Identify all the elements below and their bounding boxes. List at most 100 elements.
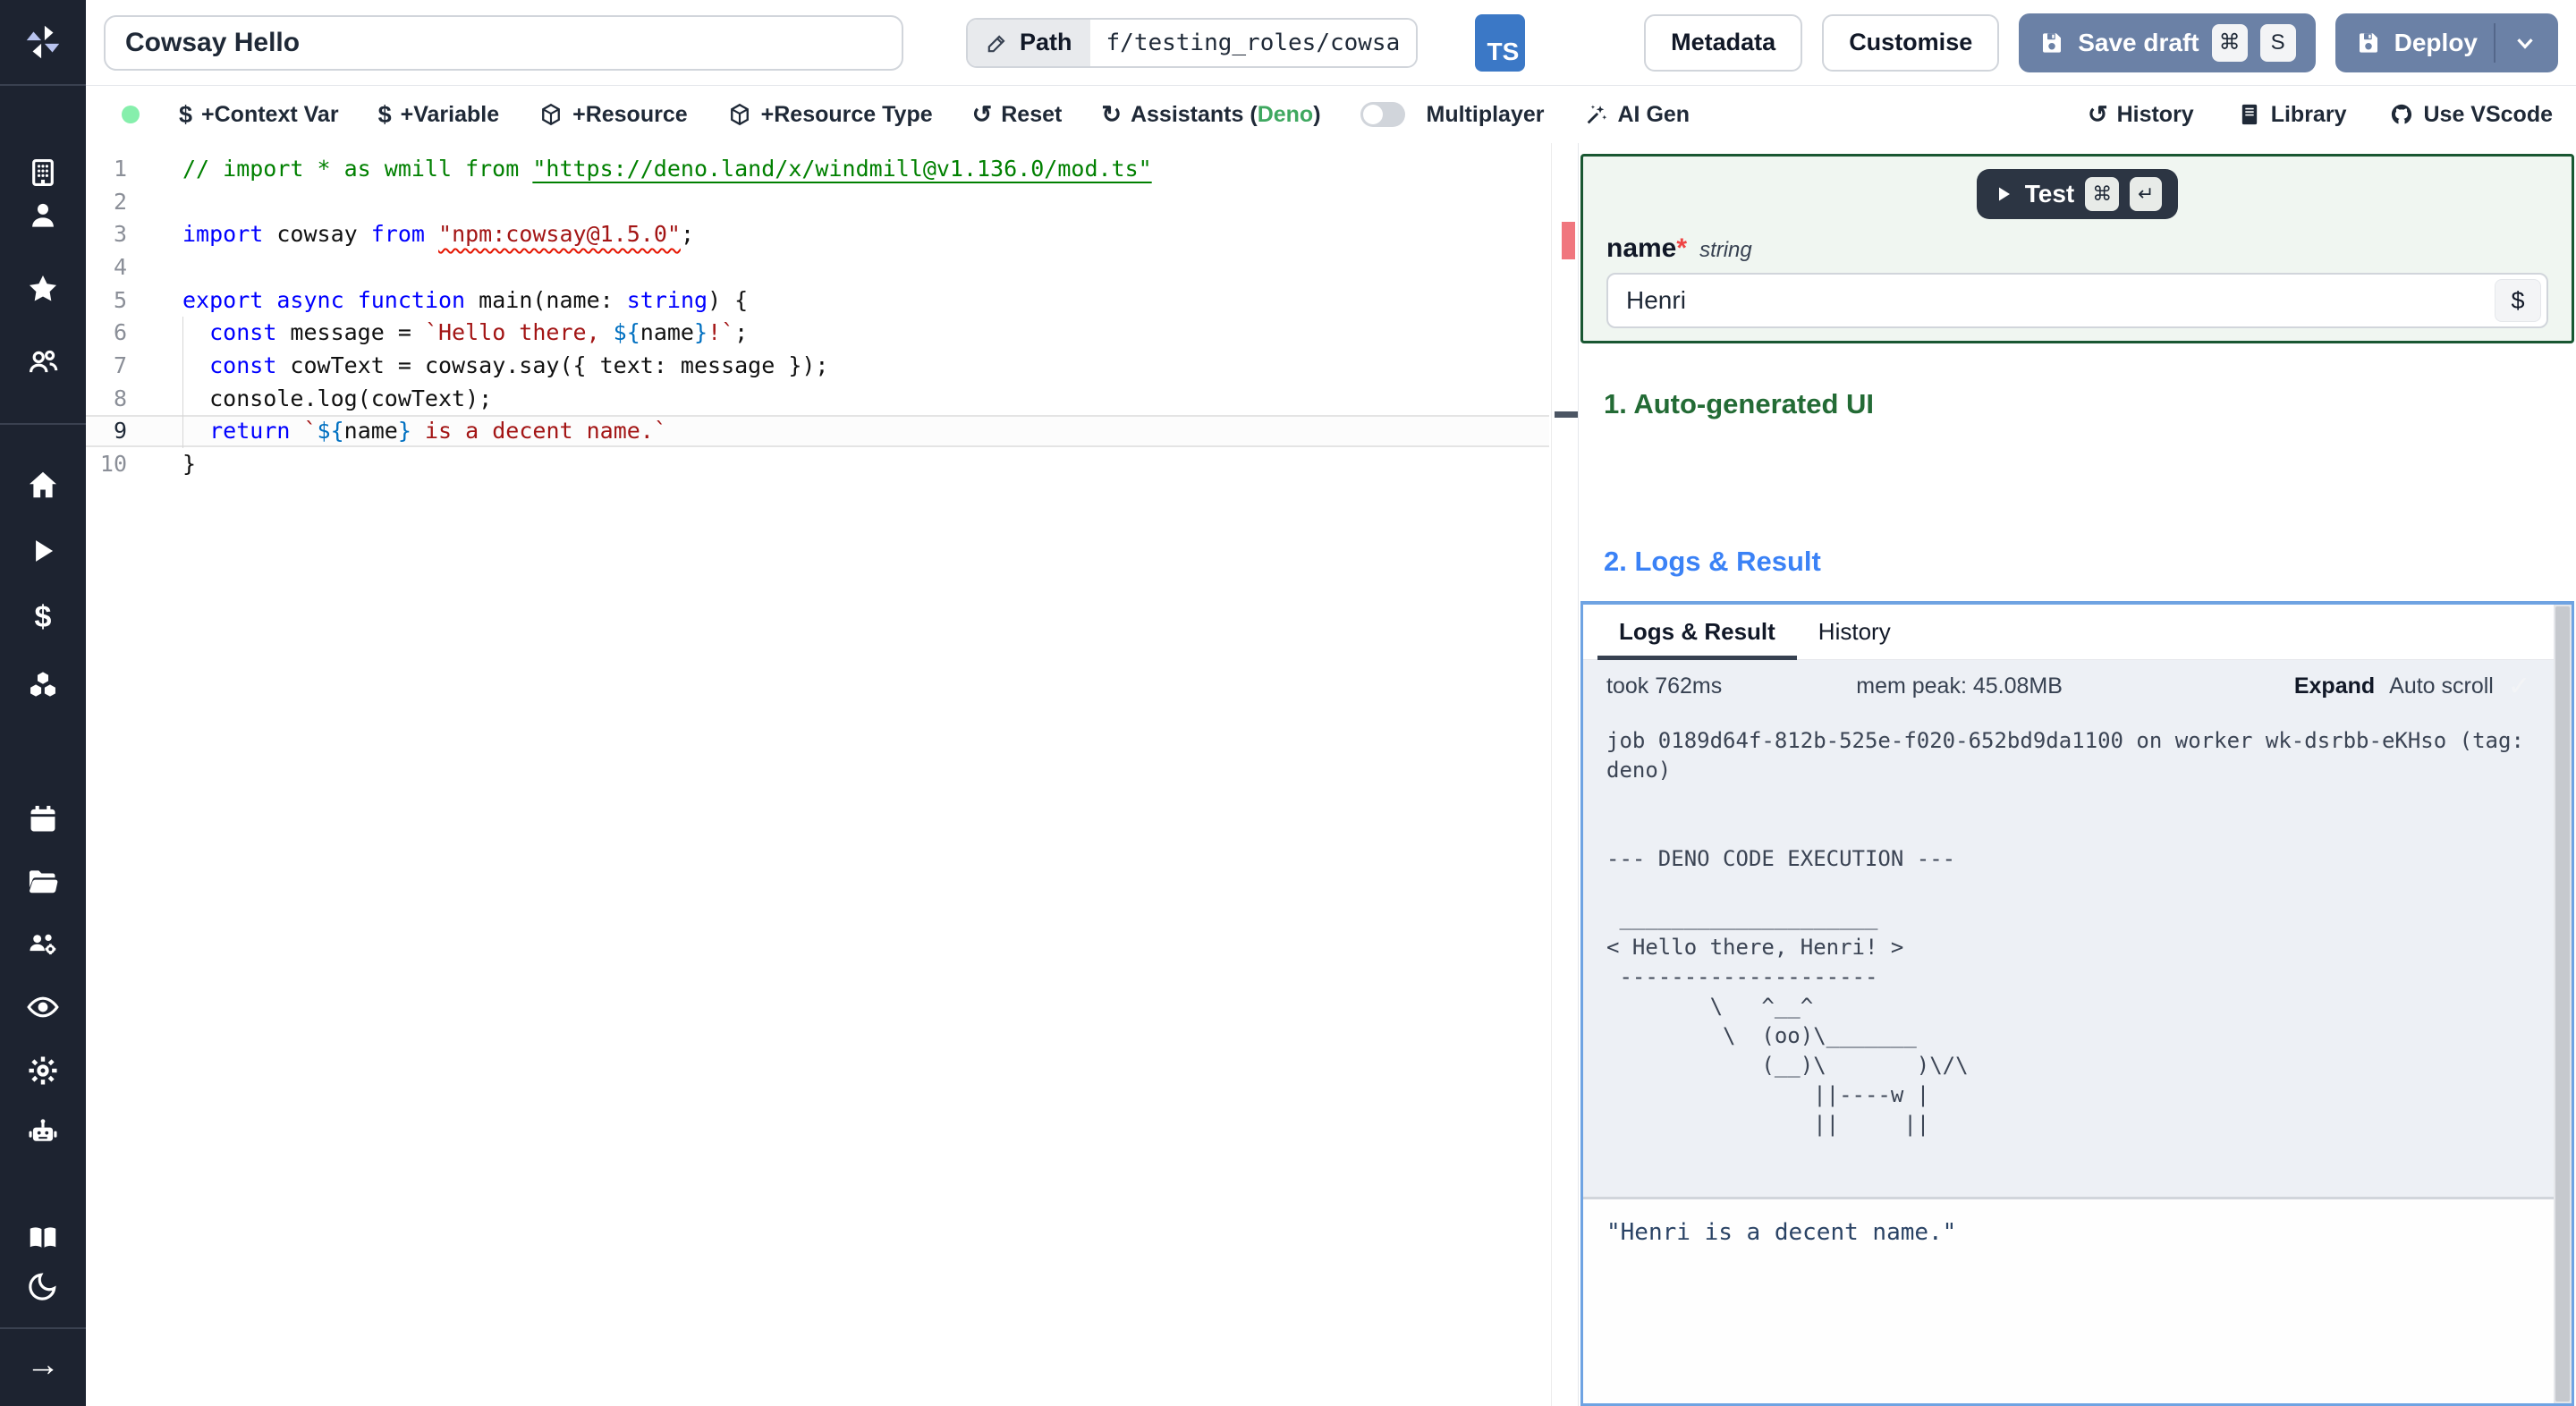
code-line[interactable]: 5 export async function main(name: string…	[86, 284, 1549, 317]
insert-variable-button[interactable]: $	[2495, 279, 2541, 322]
sidebar-item-home[interactable]	[25, 467, 61, 503]
chevron-down-icon[interactable]	[2512, 30, 2538, 56]
logs-tabs: Logs & Result History	[1583, 605, 2572, 660]
panel-splitter-handle[interactable]	[1555, 411, 1578, 418]
assistants-button[interactable]: ↻ Assistants (Deno)	[1101, 101, 1320, 129]
sidebar-item-worker-groups[interactable]	[25, 927, 61, 962]
code-line[interactable]: 8 console.log(cowText);	[86, 382, 1549, 415]
sidebar-item-resources[interactable]	[25, 667, 61, 703]
test-button[interactable]: Test ⌘ ↵	[1976, 169, 2179, 219]
use-vscode-button[interactable]: Use VScode	[2389, 102, 2553, 128]
sidebar-item-favorites[interactable]	[25, 271, 61, 307]
line-number: 10	[99, 451, 127, 478]
sidebar-item-dark-mode[interactable]	[25, 1268, 61, 1304]
field-type-label: string	[1699, 238, 1752, 262]
code-line[interactable]: 4	[86, 250, 1549, 284]
save-draft-label: Save draft	[2078, 28, 2199, 56]
name-arg-input[interactable]	[1606, 273, 2548, 328]
path-value[interactable]: f/testing_roles/cowsa	[1089, 19, 1417, 66]
mem-peak: mem peak: 45.08MB	[1856, 673, 2063, 699]
sidebar-item-users[interactable]	[25, 344, 61, 380]
package-icon	[730, 103, 749, 126]
test-args-form: Test ⌘ ↵ name* string $	[1580, 154, 2574, 343]
line-number: 1	[113, 155, 127, 182]
code-line[interactable]: 1// import * as wmill from "https://deno…	[86, 152, 1549, 185]
line-number: 4	[113, 253, 127, 280]
add-context-var-button[interactable]: $ +Context Var	[179, 101, 339, 129]
run-stats-bar: took 762ms mem peak: 45.08MB Expand Auto…	[1583, 660, 2572, 712]
multiplayer-toggle[interactable]	[1360, 102, 1405, 127]
windmill-logo-icon[interactable]	[0, 0, 86, 86]
code-line[interactable]: 6 const message = `Hello there, ${name}!…	[86, 316, 1549, 349]
deploy-button[interactable]: Deploy	[2334, 13, 2558, 72]
sidebar-item-runs[interactable]	[25, 533, 61, 569]
dollar-icon: $	[377, 100, 392, 128]
library-button[interactable]: Library	[2237, 102, 2346, 128]
sidebar-item-workers[interactable]	[25, 1115, 61, 1151]
sidebar-item-audit-logs[interactable]	[25, 989, 61, 1025]
star-icon	[29, 275, 57, 301]
code-line[interactable]: 2	[86, 185, 1549, 218]
path-button[interactable]: Path f/testing_roles/cowsa	[966, 17, 1419, 68]
person-icon	[32, 203, 54, 227]
robot-icon	[29, 1119, 57, 1141]
typescript-badge: TS	[1475, 13, 1526, 72]
result-output: "Henri is a decent name."	[1583, 1199, 2572, 1403]
enter-key-badge: ↵	[2130, 177, 2163, 211]
line-number: 9	[113, 418, 127, 445]
sidebar-item-workspace[interactable]	[25, 155, 61, 191]
cubes-icon	[30, 672, 55, 697]
code-line[interactable]: 10}	[86, 447, 1549, 480]
logs-scrollbar[interactable]	[2554, 605, 2572, 1403]
sidebar-item-docs[interactable]	[25, 1220, 61, 1256]
header: Path f/testing_roles/cowsa TS Metadata C…	[86, 0, 2576, 86]
folder-icon	[29, 870, 58, 894]
add-resource-type-button[interactable]: +Resource Type	[727, 102, 933, 128]
error-marker	[1562, 222, 1575, 259]
add-variable-button[interactable]: $ +Variable	[378, 101, 500, 129]
save-draft-button[interactable]: Save draft ⌘ S	[2019, 13, 2316, 72]
history-button[interactable]: ↺ History	[2088, 101, 2194, 129]
code-line[interactable]: 3 import cowsay from "npm:cowsay@1.5.0";	[86, 217, 1549, 250]
auto-scroll-toggle[interactable]: Auto scroll	[2389, 673, 2494, 699]
path-label: Path	[1020, 29, 1072, 55]
moon-icon	[29, 1273, 56, 1300]
sidebar-item-variables[interactable]: $	[25, 599, 61, 635]
save-icon	[2359, 32, 2377, 53]
sidebar: $ →	[0, 0, 86, 1406]
code-line[interactable]: 7 const cowText = cowsay.say({ text: mes…	[86, 349, 1549, 382]
line-number: 2	[113, 188, 127, 215]
script-title-input[interactable]	[104, 14, 903, 71]
tab-history[interactable]: History	[1797, 605, 1912, 659]
reset-button[interactable]: ↺ Reset	[972, 101, 1063, 129]
multiplayer-toggle-group: Multiplayer	[1360, 102, 1545, 128]
sidebar-item-user[interactable]	[25, 198, 61, 233]
code-lines: 1// import * as wmill from "https://deno…	[86, 152, 1578, 480]
pencil-icon	[987, 34, 1005, 52]
package-icon	[542, 103, 561, 126]
cmd-key-badge: ⌘	[2085, 177, 2120, 211]
tab-logs-result[interactable]: Logs & Result	[1597, 605, 1797, 660]
required-asterisk: *	[1676, 233, 1688, 263]
deploy-label: Deploy	[2394, 28, 2478, 56]
expand-button[interactable]: Expand	[2294, 673, 2375, 699]
code-line[interactable]: 9 return `${name} is a decent name.`	[86, 414, 1549, 448]
logs-result-heading: 2. Logs & Result	[1604, 546, 1821, 577]
github-icon	[2392, 104, 2412, 124]
ai-gen-button[interactable]: AI Gen	[1584, 102, 1690, 128]
sidebar-collapse-toggle[interactable]: →	[25, 1347, 61, 1383]
multiplayer-label: Multiplayer	[1426, 101, 1545, 127]
run-duration: took 762ms	[1606, 673, 1723, 699]
add-resource-button[interactable]: +Resource	[538, 102, 688, 128]
logs-panel: Logs & Result History took 762ms mem pea…	[1580, 601, 2574, 1406]
code-editor[interactable]: 1// import * as wmill from "https://deno…	[86, 143, 1578, 1406]
sidebar-item-folders[interactable]	[25, 864, 61, 900]
sidebar-item-schedules[interactable]	[25, 801, 61, 837]
book-icon	[30, 1227, 56, 1248]
arrow-right-icon: →	[26, 1346, 60, 1384]
s-key-badge: S	[2259, 23, 2296, 62]
building-icon	[32, 158, 54, 187]
customise-button[interactable]: Customise	[1822, 13, 2000, 72]
metadata-button[interactable]: Metadata	[1644, 13, 1803, 72]
sidebar-item-settings[interactable]	[25, 1053, 61, 1088]
